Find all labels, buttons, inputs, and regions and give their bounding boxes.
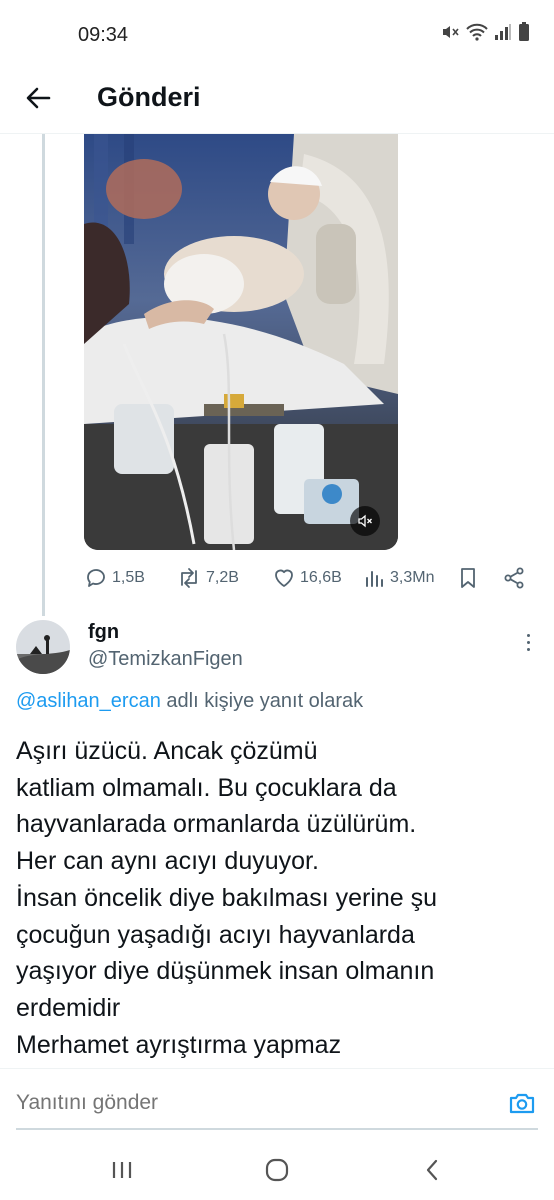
views-count: 3,3Mn (390, 569, 435, 586)
author-name[interactable]: fgn (88, 621, 119, 644)
bookmark-button[interactable] (456, 562, 480, 594)
reply-to-suffix: adlı kişiye yanıt olarak (160, 690, 364, 712)
more-options-icon[interactable] (518, 630, 538, 654)
home-icon (265, 1158, 289, 1182)
reply-composer (0, 1068, 554, 1130)
status-bar: 09:34 (0, 0, 554, 70)
retweet-icon (181, 568, 197, 588)
back-button[interactable] (22, 82, 54, 114)
tweet-text-line: erdemidir (16, 993, 121, 1022)
tweet-actions: 1,5B 7,2B 16,6B 3,3Mn (84, 562, 534, 594)
camera-button[interactable] (506, 1089, 538, 1117)
reply-to-mention-link[interactable]: @aslihan_ercan (16, 690, 161, 712)
wifi-icon (466, 23, 488, 41)
heart-icon (275, 569, 293, 587)
recent-apps-button[interactable] (106, 1156, 138, 1184)
tweet-text-line: Aşırı üzücü. Ancak çözümü (16, 737, 318, 765)
tweet-text-line: hayvanlarada ormanlarda üzülürüm. (16, 810, 417, 839)
thread-connector-line (42, 134, 45, 616)
system-navbar (0, 1140, 554, 1200)
like-action[interactable]: 16,6B (272, 562, 342, 594)
signal-icon (494, 23, 512, 41)
tweet-text-line: Her can aynı acıyı duyuyor. (16, 847, 319, 876)
mute-button[interactable] (350, 506, 380, 536)
tweet-text: Aşırı üzücü. Ancak çözümü katliam olmama… (16, 733, 536, 1063)
tweet-text-line: yaşıyor diye düşünmek insan olmanın (16, 957, 435, 986)
retweet-action[interactable]: 7,2B (176, 562, 239, 594)
status-time: 09:34 (78, 24, 129, 46)
home-button[interactable] (261, 1156, 293, 1184)
bookmark-icon (461, 568, 475, 588)
share-icon (504, 567, 524, 589)
reply-context: @aslihan_ercan adlı kişiye yanıt olarak (16, 690, 363, 713)
like-count: 16,6B (300, 569, 342, 586)
mute-icon (440, 22, 460, 42)
tweet-video[interactable] (84, 134, 398, 550)
tweet-text-line: Merhamet ayrıştırma yapmaz (16, 1030, 342, 1059)
reply-input[interactable] (16, 1091, 436, 1115)
recent-apps-icon (112, 1162, 132, 1178)
retweet-count: 7,2B (206, 569, 239, 586)
share-button[interactable] (502, 562, 526, 594)
status-icons (440, 22, 530, 42)
author-handle[interactable]: @TemizkanFigen (88, 648, 243, 671)
views-action[interactable]: 3,3Mn (364, 562, 434, 594)
tweet-text-line: katliam olmamalı. Bu çocuklara da (16, 773, 397, 802)
nav-back-button[interactable] (416, 1156, 448, 1184)
avatar[interactable] (16, 620, 70, 674)
analytics-icon (366, 571, 383, 587)
composer-underline (16, 1128, 538, 1130)
camera-icon (509, 1093, 535, 1114)
battery-icon (518, 22, 530, 42)
header-bar: Gönderi (0, 70, 554, 134)
arrow-left-icon (26, 87, 51, 109)
back-icon (426, 1159, 438, 1181)
volume-mute-icon (358, 514, 372, 528)
reply-count: 1,5B (112, 569, 145, 586)
tweet-text-line: çocuğun yaşadığı acıyı hayvanlarda (16, 920, 415, 949)
tweet-text-line: İnsan öncelik diye bakılması yerine şu (16, 883, 438, 912)
page-title: Gönderi (97, 82, 201, 112)
reply-action[interactable]: 1,5B (84, 562, 145, 594)
reply-icon (87, 569, 105, 587)
